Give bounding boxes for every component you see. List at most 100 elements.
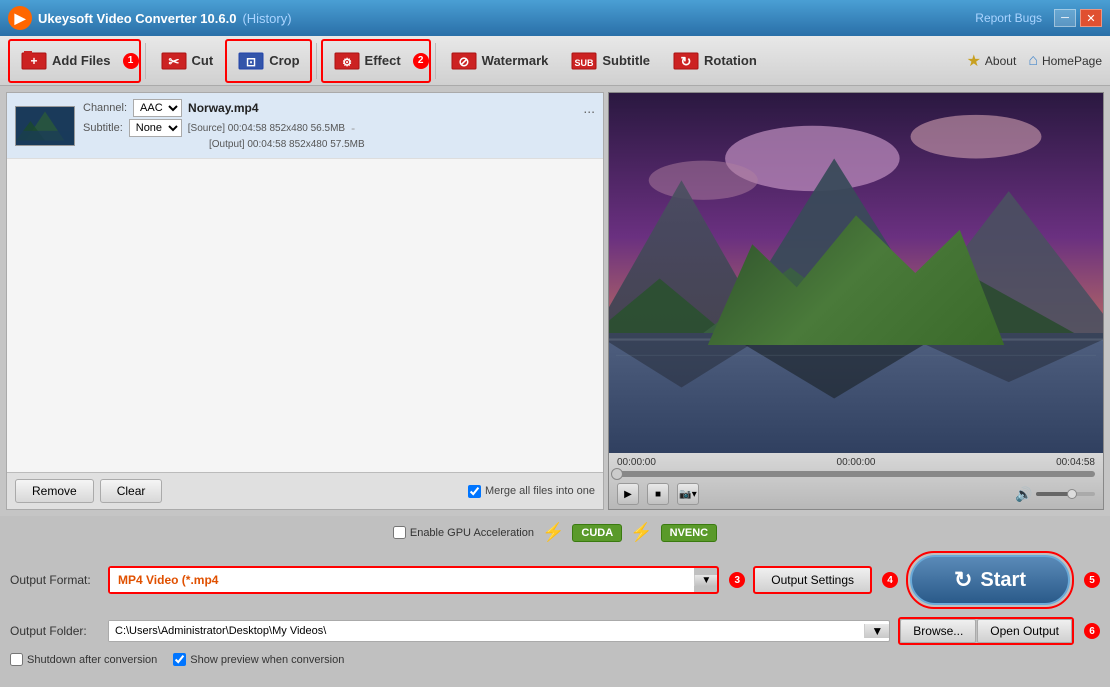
merge-checkbox[interactable] [468,485,481,498]
about-label: About [985,54,1016,68]
nvenc-badge: NVENC [661,524,718,542]
preview-controls: 00:00:00 00:00:00 00:04:58 ▶ ■ 📷▾ 🔊 [609,453,1103,509]
badge-6: 6 [1084,623,1100,639]
options-row: Shutdown after conversion Show preview w… [10,653,1100,666]
effect-label: Effect [365,53,401,68]
folder-btns: Browse... Open Output [898,617,1074,645]
file-more-button[interactable]: ... [583,100,595,116]
output-settings-button[interactable]: Output Settings [753,566,872,594]
crop-icon: ⊡ [237,47,265,75]
svg-text:+: + [30,54,37,68]
volume-thumb[interactable] [1067,489,1077,499]
file-thumbnail [15,106,75,146]
add-files-group: + Add Files 1 [8,39,141,83]
file-meta-row-1: Channel: AAC Norway.mp4 ... [83,99,595,117]
crop-group: ⊡ Crop [225,39,311,83]
progress-thumb[interactable] [611,468,623,480]
gpu-label: Enable GPU Acceleration [410,527,534,539]
file-actions: Remove Clear Merge all files into one [7,472,603,509]
rotation-button[interactable]: ↻ Rotation [662,41,767,81]
preview-panel: 00:00:00 00:00:00 00:04:58 ▶ ■ 📷▾ 🔊 [608,92,1104,510]
toolbar-right: ★ About ⌂ HomePage [967,51,1102,71]
output-info: [Output] 00:04:58 852x480 57.5MB [209,139,365,150]
folder-row: Output Folder: ▼ Browse... Open Output 6 [10,617,1100,645]
channel-select[interactable]: AAC [133,99,182,117]
subtitle-select[interactable]: None [129,119,182,137]
close-button[interactable]: ✕ [1080,9,1102,27]
file-meta: Channel: AAC Norway.mp4 ... Subtitle: No… [83,99,595,152]
badge-5: 5 [1084,572,1100,588]
time-end: 00:04:58 [1056,457,1095,468]
sep1 [145,43,146,79]
shutdown-checkbox[interactable] [10,653,23,666]
watermark-button[interactable]: ⊘ Watermark [440,41,559,81]
volume-slider[interactable] [1036,492,1095,496]
file-item: Channel: AAC Norway.mp4 ... Subtitle: No… [7,93,603,159]
history-label: (History) [242,11,291,26]
svg-text:⊘: ⊘ [458,54,469,69]
shutdown-option[interactable]: Shutdown after conversion [10,653,157,666]
gpu-icon-left: ⚡ [542,522,564,543]
badge-1: 1 [123,53,139,69]
volume-control: 🔊 [1015,486,1095,503]
watermark-label: Watermark [482,53,549,68]
preview-video [609,93,1103,453]
about-button[interactable]: ★ About [967,51,1017,71]
snapshot-button[interactable]: 📷▾ [677,483,699,505]
show-preview-option[interactable]: Show preview when conversion [173,653,344,666]
progress-bar[interactable] [617,471,1095,477]
cut-label: Cut [192,53,214,68]
play-button[interactable]: ▶ [617,483,639,505]
folder-dropdown-arrow[interactable]: ▼ [864,624,889,638]
file-meta-row-2: Subtitle: None [Source] 00:04:58 852x480… [83,119,595,137]
badge-2: 2 [413,53,429,69]
gpu-icon-right: ⚡ [630,522,652,543]
start-icon: ↻ [954,567,972,593]
time-mid: 00:00:00 [837,457,876,468]
shutdown-label: Shutdown after conversion [27,654,157,666]
sep3 [435,43,436,79]
subtitle-button[interactable]: SUB Subtitle [560,41,660,81]
browse-button[interactable]: Browse... [900,619,976,643]
homepage-label: HomePage [1042,54,1102,68]
gpu-checkbox-wrap: Enable GPU Acceleration [393,526,534,539]
playback-controls: ▶ ■ 📷▾ 🔊 [617,483,1095,505]
show-preview-checkbox[interactable] [173,653,186,666]
remove-button[interactable]: Remove [15,479,94,503]
folder-select-wrap: ▼ [108,620,890,642]
file-list-area: Channel: AAC Norway.mp4 ... Subtitle: No… [7,93,603,472]
toolbar: + Add Files 1 ✂ Cut ⊡ Crop [0,36,1110,86]
gpu-checkbox[interactable] [393,526,406,539]
source-info: [Source] 00:04:58 852x480 56.5MB [188,123,345,134]
clear-button[interactable]: Clear [100,479,163,503]
folder-input[interactable] [109,621,864,641]
crop-button[interactable]: ⊡ Crop [227,41,309,81]
start-button[interactable]: ↻ Start [910,555,1070,605]
homepage-button[interactable]: ⌂ HomePage [1028,52,1102,70]
effect-button[interactable]: ⚙ Effect [323,41,411,81]
sep2 [316,43,317,79]
preview-scene [609,93,1103,453]
add-files-button[interactable]: + Add Files [10,41,121,81]
format-input[interactable] [110,568,694,592]
svg-text:↻: ↻ [681,54,692,69]
open-output-button[interactable]: Open Output [977,619,1072,643]
bottom-bar: Enable GPU Acceleration ⚡ CUDA ⚡ NVENC O… [0,516,1110,672]
rotation-label: Rotation [704,53,757,68]
cut-icon: ✂ [160,47,188,75]
gpu-row: Enable GPU Acceleration ⚡ CUDA ⚡ NVENC [10,522,1100,543]
stop-button[interactable]: ■ [647,483,669,505]
format-row: Output Format: ▼ 3 Output Settings 4 ↻ S… [10,551,1100,609]
main-content: Channel: AAC Norway.mp4 ... Subtitle: No… [0,86,1110,516]
report-bugs-link[interactable]: Report Bugs [975,11,1042,25]
subtitle-label-field: Subtitle: [83,122,123,134]
effect-group: ⚙ Effect 2 [321,39,431,83]
show-preview-label: Show preview when conversion [190,654,344,666]
cuda-badge: CUDA [572,524,622,542]
app-title: Ukeysoft Video Converter 10.6.0 [38,11,236,26]
format-dropdown-arrow[interactable]: ▼ [694,575,717,586]
cut-button[interactable]: ✂ Cut [150,41,224,81]
minimize-button[interactable]: ─ [1054,9,1076,27]
subtitle-label: Subtitle [602,53,650,68]
badge-3: 3 [729,572,745,588]
